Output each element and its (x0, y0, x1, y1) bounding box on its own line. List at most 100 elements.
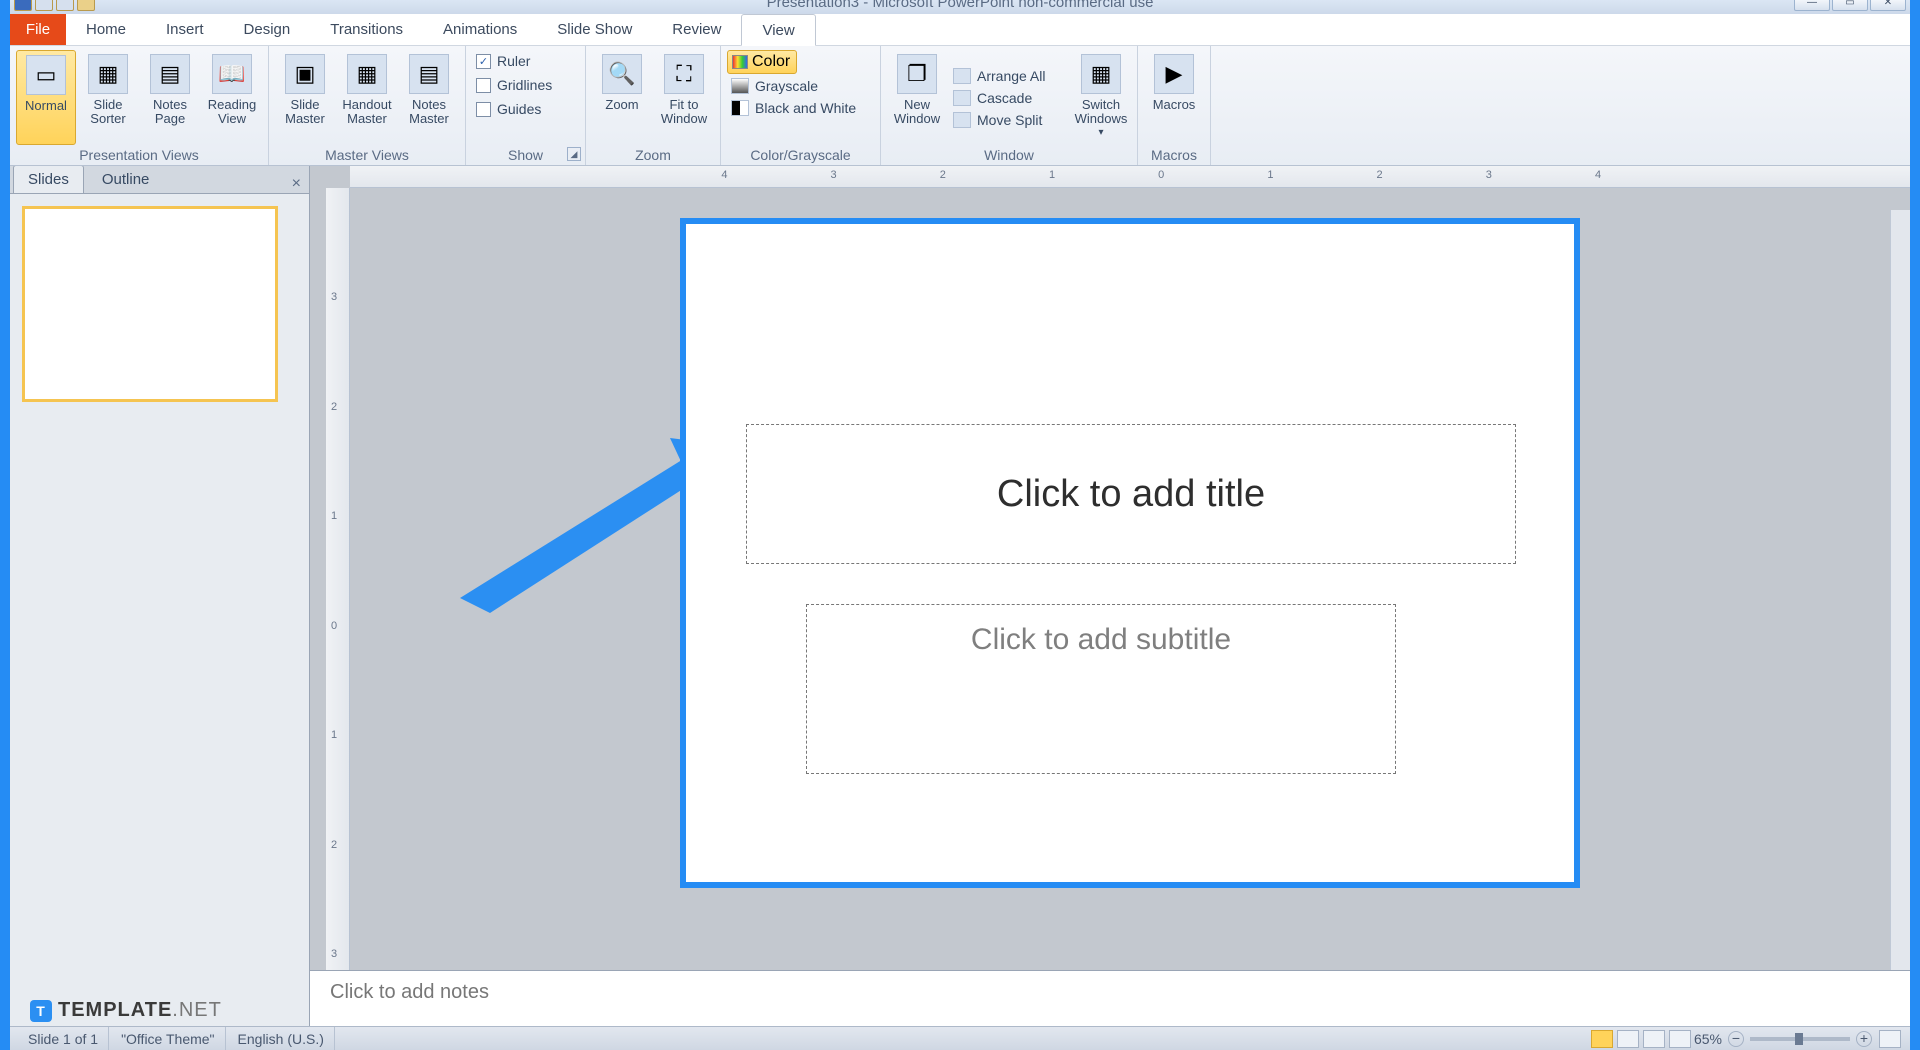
checkbox-icon (476, 78, 491, 93)
black-white-button[interactable]: Black and White (727, 98, 874, 118)
switch-windows-button[interactable]: ▦Switch Windows▾ (1071, 50, 1131, 145)
pane-close-icon[interactable]: × (292, 175, 301, 193)
minimize-button[interactable]: — (1794, 0, 1830, 11)
chevron-down-icon: ▾ (1098, 127, 1103, 138)
macros-button[interactable]: ▶Macros (1144, 50, 1204, 145)
subtitle-placeholder[interactable]: Click to add subtitle (806, 604, 1396, 774)
close-button[interactable]: ✕ (1870, 0, 1906, 11)
redo-icon[interactable] (56, 0, 74, 11)
tab-review[interactable]: Review (652, 14, 741, 45)
handout-master-button[interactable]: ▦Handout Master (337, 50, 397, 145)
macros-icon: ▶ (1154, 54, 1194, 94)
normal-view-icon[interactable] (1591, 1030, 1613, 1048)
app-window: Presentation3 - Microsoft PowerPoint non… (10, 0, 1910, 1050)
guides-checkbox[interactable]: Guides (472, 98, 579, 120)
color-button[interactable]: Color (727, 50, 797, 74)
group-color-grayscale: Color Grayscale Black and White Color/Gr… (721, 46, 881, 165)
cascade-icon (953, 90, 971, 106)
zoom-button[interactable]: 🔍Zoom (592, 50, 652, 145)
notes-pane[interactable]: Click to add notes (310, 970, 1910, 1026)
title-placeholder[interactable]: Click to add title (746, 424, 1516, 564)
tab-insert[interactable]: Insert (146, 14, 224, 45)
normal-view-button[interactable]: ▭Normal (16, 50, 76, 145)
status-slide-count: Slide 1 of 1 (18, 1027, 109, 1050)
tab-design[interactable]: Design (224, 14, 311, 45)
window-title: Presentation3 - Microsoft PowerPoint non… (767, 0, 1154, 11)
workspace: Slides Outline × 4 3 2 1 0 1 2 3 4 (10, 166, 1910, 1026)
arrange-all-button[interactable]: Arrange All (949, 66, 1069, 86)
notes-master-button[interactable]: ▤Notes Master (399, 50, 459, 145)
normal-view-icon: ▭ (26, 55, 66, 95)
slideshow-view-icon[interactable] (1669, 1030, 1691, 1048)
group-zoom: 🔍Zoom ⛶Fit to Window Zoom (586, 46, 721, 165)
maximize-button[interactable]: ▭ (1832, 0, 1868, 11)
template-logo-icon: T (30, 1000, 52, 1022)
slide-master-button[interactable]: ▣Slide Master (275, 50, 335, 145)
dialog-launcher-icon[interactable]: ◢ (567, 147, 581, 161)
undo-icon[interactable] (35, 0, 53, 11)
grayscale-button[interactable]: Grayscale (727, 76, 874, 96)
outline-tab[interactable]: Outline (87, 166, 165, 193)
new-window-icon: ❐ (897, 54, 937, 94)
watermark: T TEMPLATE.NET (30, 999, 222, 1022)
move-split-button[interactable]: Move Split (949, 110, 1069, 130)
slides-pane: Slides Outline × (10, 166, 310, 1026)
group-label: Zoom (592, 145, 714, 163)
vertical-scrollbar[interactable] (1890, 210, 1910, 970)
zoom-in-button[interactable]: + (1856, 1031, 1872, 1047)
fit-slide-icon[interactable] (1879, 1030, 1901, 1048)
slide-thumbnail-1[interactable] (22, 206, 278, 402)
new-window-button[interactable]: ❐New Window (887, 50, 947, 145)
ribbon-tabs: File Home Insert Design Transitions Anim… (10, 14, 1910, 46)
slides-tab[interactable]: Slides (13, 166, 84, 193)
reading-view-icon: 📖 (212, 54, 252, 94)
qat-customize-icon[interactable] (77, 0, 95, 11)
switch-windows-icon: ▦ (1081, 54, 1121, 94)
group-label: Presentation Views (16, 145, 262, 163)
cascade-button[interactable]: Cascade (949, 88, 1069, 108)
zoom-percentage[interactable]: 65% (1694, 1031, 1722, 1047)
zoom-out-button[interactable]: − (1728, 1031, 1744, 1047)
group-show: ✓Ruler Gridlines Guides Show ◢ (466, 46, 586, 165)
tab-animations[interactable]: Animations (423, 14, 537, 45)
tab-home[interactable]: Home (66, 14, 146, 45)
tab-view[interactable]: View (741, 14, 815, 46)
file-tab[interactable]: File (10, 14, 66, 45)
reading-view-icon[interactable] (1643, 1030, 1665, 1048)
window-controls: — ▭ ✕ (1794, 0, 1906, 11)
checkbox-icon (476, 102, 491, 117)
group-window: ❐New Window Arrange All Cascade Move Spl… (881, 46, 1138, 165)
ruler-checkbox[interactable]: ✓Ruler (472, 50, 579, 72)
tab-slideshow[interactable]: Slide Show (537, 14, 652, 45)
notes-page-icon: ▤ (150, 54, 190, 94)
vertical-ruler[interactable]: 3 2 1 0 1 2 3 (326, 188, 350, 970)
zoom-slider[interactable] (1750, 1037, 1850, 1041)
color-icon (732, 55, 748, 69)
slide-canvas-viewport[interactable]: Click to add title Click to add subtitle (350, 188, 1910, 970)
grayscale-icon (731, 78, 749, 94)
status-language[interactable]: English (U.S.) (228, 1027, 335, 1050)
tab-transitions[interactable]: Transitions (310, 14, 423, 45)
fit-window-icon: ⛶ (664, 54, 704, 94)
slide-canvas[interactable]: Click to add title Click to add subtitle (680, 218, 1580, 888)
sorter-view-icon[interactable] (1617, 1030, 1639, 1048)
gridlines-checkbox[interactable]: Gridlines (472, 74, 579, 96)
arrange-icon (953, 68, 971, 84)
ribbon: ▭Normal ▦Slide Sorter ▤Notes Page 📖Readi… (10, 46, 1910, 166)
slide-sorter-button[interactable]: ▦Slide Sorter (78, 50, 138, 145)
notes-master-icon: ▤ (409, 54, 449, 94)
checkbox-icon: ✓ (476, 54, 491, 69)
notes-page-button[interactable]: ▤Notes Page (140, 50, 200, 145)
fit-to-window-button[interactable]: ⛶Fit to Window (654, 50, 714, 145)
slide-master-icon: ▣ (285, 54, 325, 94)
title-bar: Presentation3 - Microsoft PowerPoint non… (10, 0, 1910, 14)
save-icon[interactable] (14, 0, 32, 11)
zoom-control: 65% − + (1694, 1030, 1902, 1048)
group-master-views: ▣Slide Master ▦Handout Master ▤Notes Mas… (269, 46, 466, 165)
status-theme: "Office Theme" (111, 1027, 225, 1050)
horizontal-ruler[interactable]: 4 3 2 1 0 1 2 3 4 (350, 166, 1910, 188)
status-bar: Slide 1 of 1 "Office Theme" English (U.S… (10, 1026, 1910, 1050)
reading-view-button[interactable]: 📖Reading View (202, 50, 262, 145)
group-label: Master Views (275, 145, 459, 163)
title-placeholder-text: Click to add title (997, 473, 1265, 516)
